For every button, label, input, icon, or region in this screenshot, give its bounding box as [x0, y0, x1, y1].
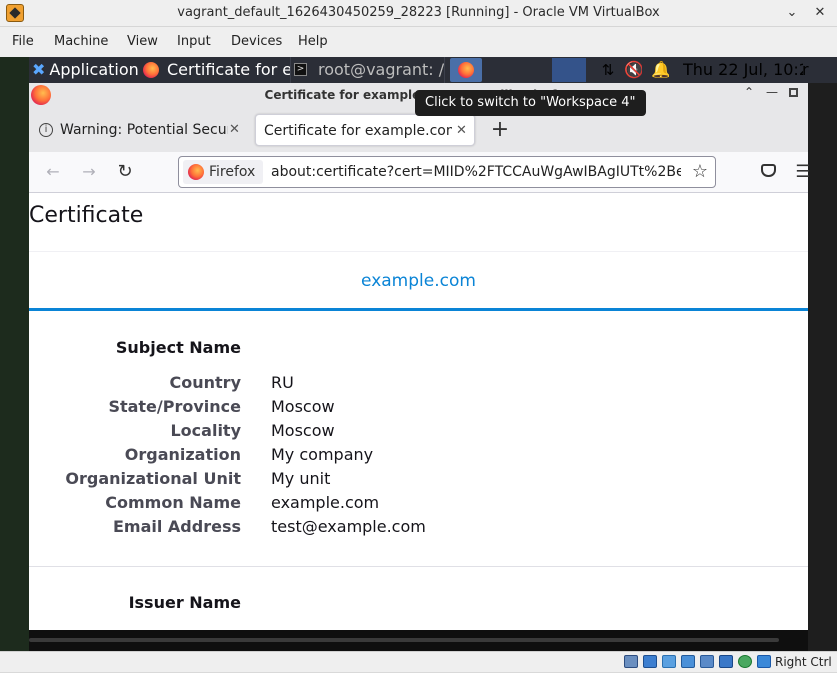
host-key-label: Right Ctrl [775, 655, 832, 669]
field-value-organization: My company [271, 445, 374, 464]
window-maximize-icon[interactable]: ⌃ [742, 85, 756, 103]
menu-file[interactable]: File [12, 27, 34, 57]
field-label-common-name: Common Name [105, 493, 241, 512]
firefox-icon [458, 62, 474, 78]
close-icon[interactable]: ✕ [811, 4, 829, 22]
shared-folders-icon[interactable] [719, 655, 733, 668]
menu-view[interactable]: View [127, 27, 158, 57]
divider [29, 251, 808, 252]
host-desktop-strip [0, 57, 29, 651]
field-value-locality: Moscow [271, 421, 335, 440]
reload-icon[interactable]: ↻ [113, 160, 137, 184]
tab-certificate[interactable]: Certificate for example.com ✕ [255, 114, 475, 146]
field-label-locality: Locality [170, 421, 241, 440]
horizontal-scrollbar[interactable] [29, 638, 779, 642]
user-menu[interactable]: r [802, 57, 812, 83]
back-arrow-icon[interactable]: ← [41, 160, 65, 184]
menu-help[interactable]: Help [298, 27, 328, 57]
tab-close-icon[interactable]: ✕ [456, 115, 467, 145]
workspace-4-button[interactable] [552, 58, 586, 82]
field-label-country: Country [169, 373, 241, 392]
field-label-email: Email Address [112, 517, 241, 536]
subject-name-heading: Subject Name [115, 338, 241, 357]
terminal-icon: > [294, 63, 307, 76]
vbox-window-title: vagrant_default_1626430450259_28223 [Run… [177, 5, 660, 20]
field-value-org-unit: My unit [271, 469, 331, 488]
forward-arrow-icon[interactable]: → [77, 160, 101, 184]
xfce-logo-icon: ✖ [32, 60, 46, 79]
workspace-tooltip: Click to switch to "Workspace 4" [415, 90, 646, 116]
firefox-icon [188, 164, 204, 180]
notification-bell-icon[interactable]: 🔔 [651, 57, 669, 83]
firefox-icon [143, 62, 159, 78]
menu-input[interactable]: Input [177, 27, 211, 57]
hard-disk-icon[interactable] [624, 655, 638, 668]
taskbar-item-label: Certificate for ex... [167, 60, 291, 79]
menu-machine[interactable]: Machine [54, 27, 108, 57]
field-label-state: State/Province [108, 397, 241, 416]
identity-box[interactable]: Firefox [183, 160, 263, 184]
window-minimize-icon[interactable]: — [765, 85, 779, 103]
info-icon: i [39, 123, 53, 137]
field-label-org-unit: Organizational Unit [65, 469, 241, 488]
taskbar-item-terminal[interactable]: > root@vagrant: /h... [292, 57, 445, 83]
usb-icon[interactable] [700, 655, 714, 668]
guest-display-edge [808, 57, 837, 651]
new-tab-icon[interactable]: + [490, 116, 510, 144]
workspace-switcher-active[interactable] [450, 58, 482, 82]
window-restore-icon[interactable] [789, 88, 798, 97]
field-label-organization: Organization [124, 445, 241, 464]
network-adapter-icon[interactable] [681, 655, 695, 668]
recording-icon[interactable] [757, 655, 771, 668]
audio-icon[interactable] [662, 655, 676, 668]
panel-clock[interactable]: Thu 22 Jul, 10:22 [683, 57, 803, 83]
field-value-common-name: example.com [271, 493, 380, 512]
applications-menu[interactable]: ✖ Applications [32, 57, 138, 83]
certificate-tab-underline [29, 308, 808, 311]
network-icon[interactable]: ⇅ [598, 57, 618, 83]
url-text[interactable]: about:certificate?cert=MIID%2FTCCAuWgAwI… [271, 156, 681, 188]
pocket-icon[interactable] [761, 164, 776, 177]
bookmark-star-icon[interactable]: ☆ [688, 160, 712, 184]
page-title: Certificate [29, 203, 144, 228]
tab-label: Certificate for example.com [264, 123, 452, 139]
minimize-icon[interactable]: ⌄ [783, 4, 801, 22]
taskbar-item-firefox[interactable]: Certificate for ex... [140, 57, 291, 83]
menu-devices[interactable]: Devices [231, 27, 282, 57]
certificate-tab-example-com[interactable]: example.com [29, 263, 808, 299]
field-value-country: RU [271, 373, 294, 392]
taskbar-item-label: root@vagrant: /h... [318, 60, 445, 79]
volume-muted-icon[interactable]: 🔇 [624, 57, 642, 83]
field-value-email: test@example.com [271, 517, 426, 536]
tab-label: Warning: Potential Security Risk Ahead [60, 122, 228, 138]
tab-close-icon[interactable]: ✕ [229, 114, 240, 146]
identity-label: Firefox [209, 164, 256, 180]
vbox-menubar [0, 27, 837, 57]
hamburger-menu-icon[interactable]: ☰ [795, 160, 811, 184]
optical-drive-icon[interactable] [643, 655, 657, 668]
divider [29, 566, 808, 567]
field-value-state: Moscow [271, 397, 335, 416]
display-icon[interactable] [738, 655, 752, 668]
tab-warning[interactable]: i Warning: Potential Security Risk Ahead… [33, 114, 245, 146]
issuer-name-heading: Issuer Name [128, 593, 241, 612]
applications-label: Applications [49, 60, 138, 79]
